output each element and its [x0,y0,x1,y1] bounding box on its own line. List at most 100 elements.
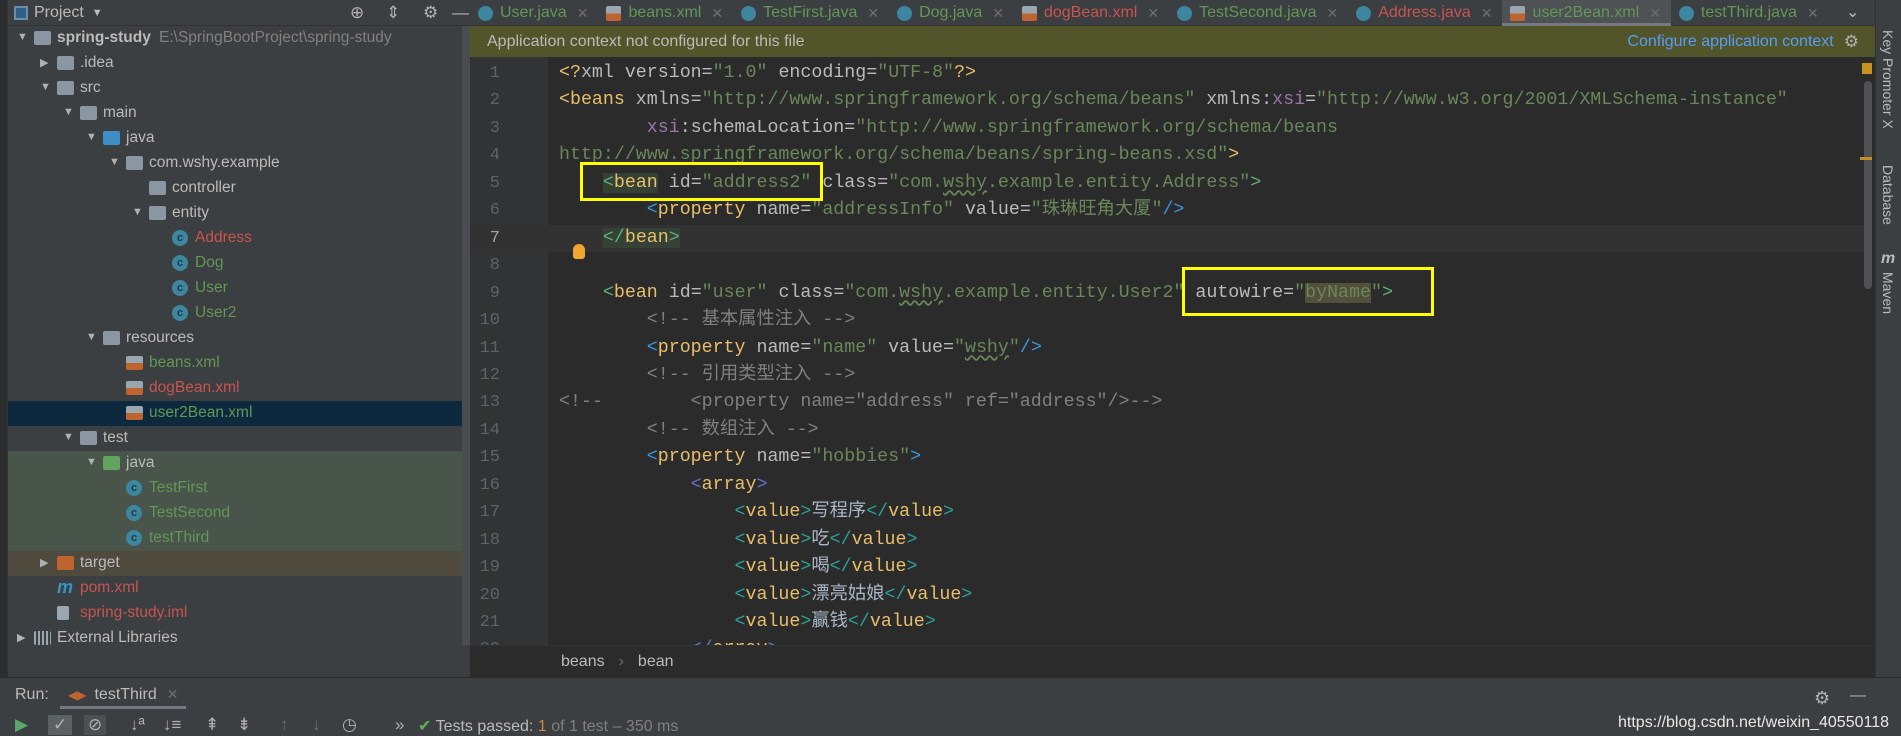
editor-scrollbar[interactable] [1864,81,1872,289]
tab-label: testThird.java [1700,4,1797,21]
folder-green-icon [103,456,120,470]
tree-item[interactable]: controller [8,176,462,201]
close-icon[interactable]: ✕ [1327,5,1339,22]
show-ignored-icon[interactable]: ⊘ [84,715,107,735]
collapse-all-icon[interactable]: ⇕ [386,3,400,23]
tab-testsecond-java[interactable]: TestSecond.java ✕ [1169,0,1348,26]
expanded-arrow-icon[interactable]: ▼ [17,31,28,43]
cls-icon: c [126,480,142,496]
chevron-down-icon[interactable]: ▼ [92,7,103,19]
tree-item[interactable]: ▼ resources [8,326,462,351]
maven-tool[interactable]: Maven [1880,272,1896,314]
collapse-all-icon[interactable]: ⇟ [237,715,251,735]
tree-item[interactable]: c User2 [8,301,462,326]
more-icon[interactable]: » [395,715,404,735]
run-tab-testThird[interactable]: ◀▶ testThird ✕ [60,683,187,709]
tree-item[interactable]: c User [8,276,462,301]
project-tree: ▼ spring-study E:\SpringBootProject\spring… [8,26,470,645]
tab-dogbean-xml[interactable]: dogBean.xml ✕ [1014,0,1169,26]
expanded-arrow-icon[interactable]: ▼ [109,156,120,168]
tree-item[interactable]: ▶ External Libraries [8,626,462,645]
expanded-arrow-icon[interactable]: ▼ [86,331,97,343]
close-icon[interactable]: ✕ [1807,5,1819,22]
chevron-down-icon[interactable]: ⌄ [1846,2,1859,22]
key-promoter-tool[interactable]: Key Promoter X [1880,30,1896,129]
history-icon[interactable]: ◷ [342,715,357,735]
tree-item[interactable]: user2Bean.xml [8,401,462,426]
lightbulb-icon[interactable] [573,244,585,259]
tree-item[interactable]: ▶ .idea [8,51,462,76]
tree-item[interactable]: beans.xml [8,351,462,376]
tab-user-java[interactable]: User.java ✕ [470,0,598,26]
warning-marker[interactable] [1860,157,1872,160]
inspection-status-icon[interactable] [1862,63,1872,74]
tab-dog-java[interactable]: Dog.java ✕ [889,0,1014,26]
expanded-arrow-icon[interactable]: ▼ [86,456,97,468]
code-token: = [877,172,889,193]
tree-item[interactable]: ▼ src [8,76,462,101]
tree-item[interactable]: ▼ java [8,451,462,476]
tree-item[interactable]: ▼ main [8,101,462,126]
code-line: <!-- 数组注入 --> [559,417,819,444]
previous-icon[interactable]: ↑ [280,715,289,735]
tree-item[interactable]: c testThird [8,526,462,551]
close-icon[interactable]: ✕ [167,686,179,703]
collapsed-arrow-icon[interactable]: ▶ [40,556,48,569]
breadcrumb-bean[interactable]: bean [638,653,674,671]
close-icon[interactable]: ✕ [711,5,723,22]
minimize-icon[interactable]: — [1850,687,1866,705]
tree-item[interactable]: ▶ target [8,551,462,576]
close-icon[interactable]: ✕ [1147,5,1159,22]
rerun-icon[interactable]: ▶ [15,715,28,735]
configure-context-link[interactable]: Configure application context [1627,33,1833,51]
cls-icon: c [172,230,188,246]
collapsed-arrow-icon[interactable]: ▶ [40,56,48,69]
close-icon[interactable]: ✕ [867,5,879,22]
tree-item[interactable]: ▼ entity [8,201,462,226]
tab-address-java[interactable]: Address.java ✕ [1348,0,1502,26]
close-icon[interactable]: ✕ [1649,5,1661,22]
tree-item[interactable]: c Dog [8,251,462,276]
database-tool[interactable]: Database [1880,165,1896,225]
expanded-arrow-icon[interactable]: ▼ [63,431,74,443]
tab-testthird-java[interactable]: testThird.java ✕ [1671,0,1829,26]
project-view-selector[interactable]: Project [34,4,84,22]
tree-item[interactable]: c Address [8,226,462,251]
tab-user2bean-xml[interactable]: user2Bean.xml ✕ [1502,0,1672,26]
gear-icon[interactable]: ⚙ [1844,32,1859,52]
tab-testfirst-java[interactable]: TestFirst.java ✕ [733,0,889,26]
minimize-icon[interactable]: — [452,3,469,23]
folder-orange-icon [57,556,74,570]
tree-item[interactable]: ▼ java [8,126,462,151]
sort-alpha-icon[interactable]: ↓ª [130,715,145,735]
breadcrumb-beans[interactable]: beans [561,653,605,671]
expanded-arrow-icon[interactable]: ▼ [40,81,51,93]
locate-target-icon[interactable]: ⊕ [350,3,364,23]
tree-item[interactable]: c TestSecond [8,501,462,526]
cls-icon: c [172,280,188,296]
tab-beans-xml[interactable]: beans.xml ✕ [598,0,733,26]
tree-item[interactable]: ▼ test [8,426,462,451]
tree-item[interactable]: ▼ com.wshy.example [8,151,462,176]
close-icon[interactable]: ✕ [992,5,1004,22]
collapsed-arrow-icon[interactable]: ▶ [17,631,25,644]
tree-item[interactable]: spring-study.iml [8,601,462,626]
close-icon[interactable]: ✕ [577,5,589,22]
code-token: </ [829,529,852,550]
next-icon[interactable]: ↓ [312,715,321,735]
expand-all-icon[interactable]: ⇞ [205,715,219,735]
tree-item[interactable]: ▼ spring-study E:\SpringBootProject\spring… [8,26,462,51]
tree-item[interactable]: c TestFirst [8,476,462,501]
gear-icon[interactable]: ⚙ [1814,688,1830,709]
show-passed-icon[interactable]: ✓ [48,715,73,735]
expanded-arrow-icon[interactable]: ▼ [86,131,97,143]
code-editor[interactable]: 12345678910111213141516171819202122 <?xm… [470,57,1875,645]
gear-icon[interactable]: ⚙ [423,3,438,23]
sort-duration-icon[interactable]: ↓≡ [163,715,181,735]
expanded-arrow-icon[interactable]: ▼ [132,206,143,218]
expanded-arrow-icon[interactable]: ▼ [63,106,74,118]
tree-item[interactable]: m pom.xml [8,576,462,601]
close-icon[interactable]: ✕ [1481,5,1493,22]
tree-item[interactable]: dogBean.xml [8,376,462,401]
